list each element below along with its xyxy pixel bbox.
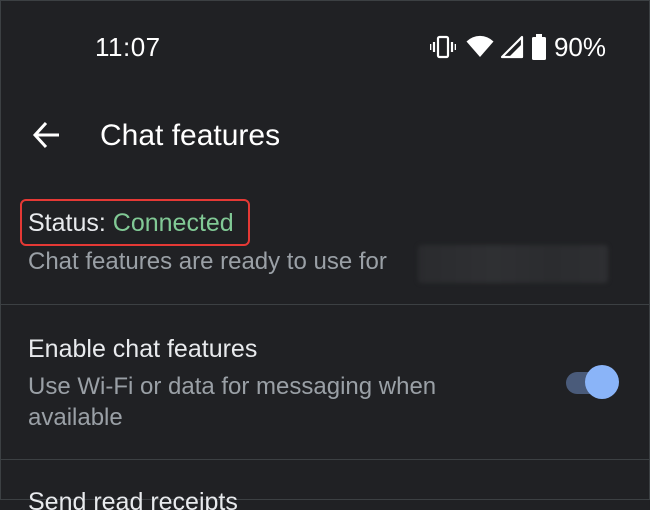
send-read-receipts-row[interactable]: Send read receipts bbox=[0, 470, 650, 510]
status-value: Connected bbox=[112, 209, 234, 237]
send-read-receipts-title: Send read receipts bbox=[28, 488, 238, 510]
arrow-back-icon bbox=[31, 120, 61, 155]
page-title: Chat features bbox=[100, 119, 281, 152]
enable-chat-title: Enable chat features bbox=[28, 335, 258, 363]
redacted-phone-number bbox=[418, 245, 608, 283]
status-description: Chat features are ready to use for bbox=[28, 248, 387, 275]
enable-chat-toggle[interactable] bbox=[566, 365, 620, 401]
divider bbox=[0, 304, 650, 305]
status-section: Status: Connected Chat features are read… bbox=[0, 195, 650, 305]
app-bar: Chat features bbox=[0, 105, 650, 165]
status-bar: 11:07 90% bbox=[0, 0, 650, 95]
vibrate-icon bbox=[429, 34, 456, 60]
enable-chat-features-row[interactable]: Enable chat features Use Wi-Fi or data f… bbox=[0, 325, 650, 455]
status-label: Status: bbox=[28, 209, 106, 237]
battery-percent: 90% bbox=[553, 31, 606, 62]
battery-icon bbox=[531, 34, 546, 60]
wifi-icon bbox=[466, 35, 494, 59]
back-button[interactable] bbox=[26, 117, 66, 157]
status-icons: 90% bbox=[429, 31, 606, 62]
cell-signal-icon bbox=[500, 35, 524, 59]
divider bbox=[0, 459, 650, 460]
toggle-thumb bbox=[585, 365, 619, 399]
enable-chat-description: Use Wi-Fi or data for messaging when ava… bbox=[28, 373, 437, 431]
status-line: Status: Connected bbox=[28, 209, 234, 238]
status-time: 11:07 bbox=[95, 32, 161, 62]
